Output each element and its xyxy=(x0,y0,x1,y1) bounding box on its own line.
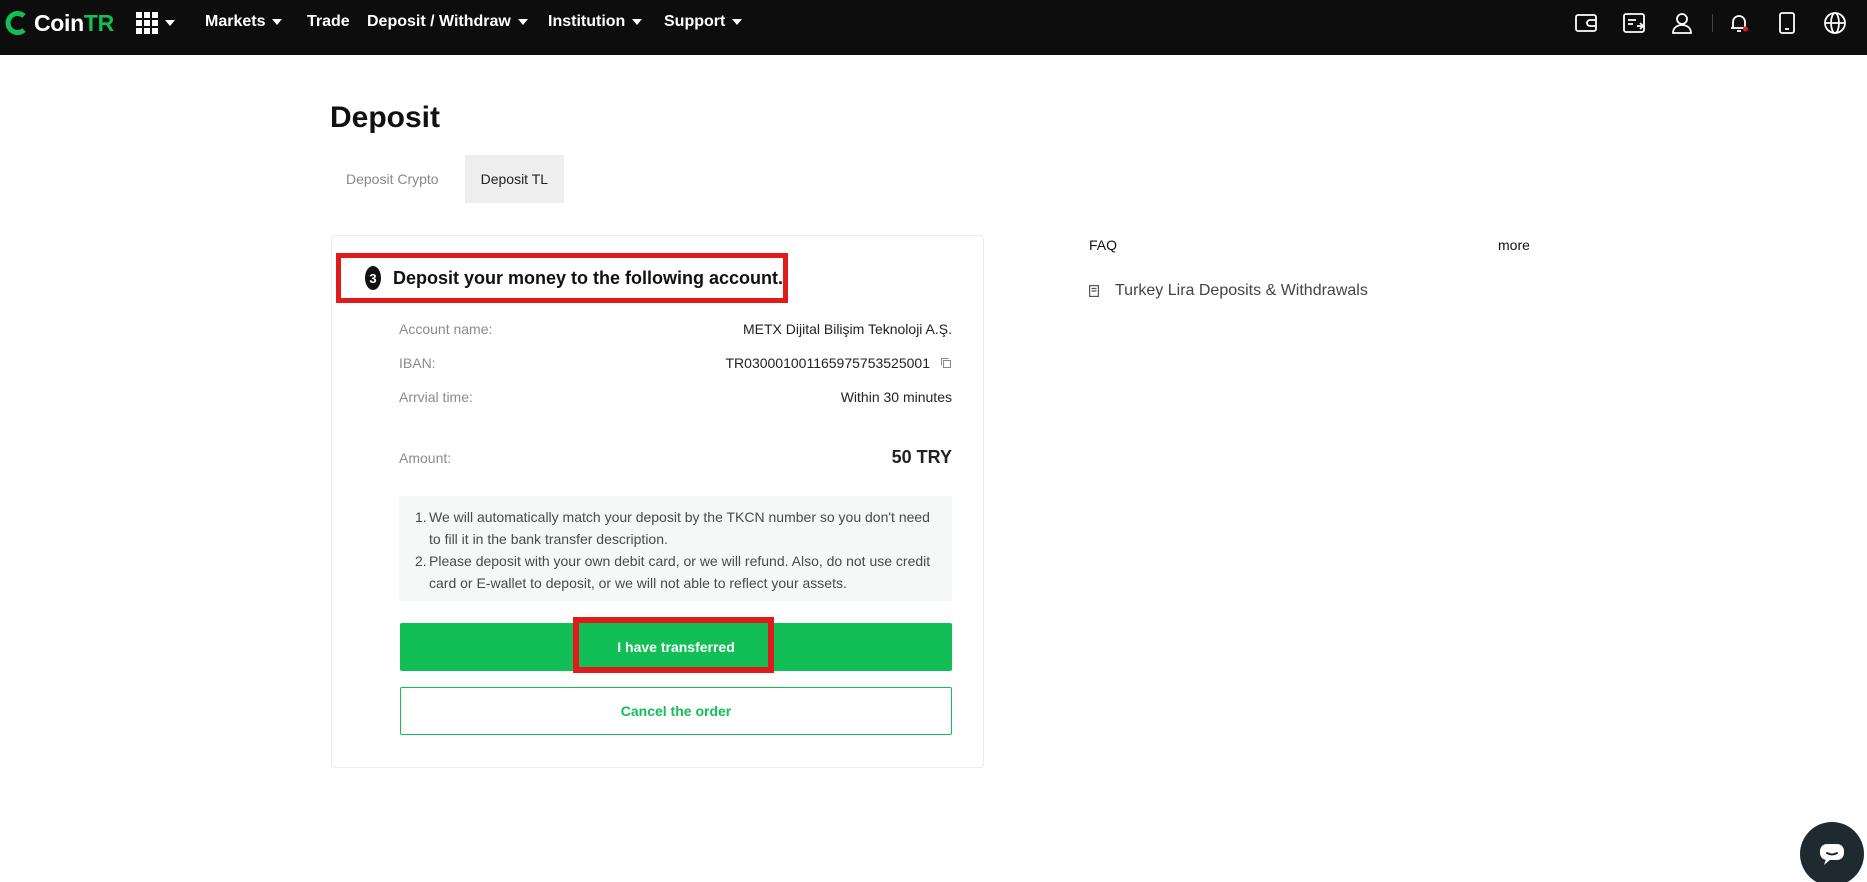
chevron-down-icon xyxy=(632,19,643,25)
faq-item[interactable]: Turkey Lira Deposits & Withdrawals xyxy=(1089,282,1368,300)
nav-divider xyxy=(1712,14,1713,32)
chat-support-button[interactable] xyxy=(1800,822,1864,882)
faq-item-label: Turkey Lira Deposits & Withdrawals xyxy=(1115,282,1368,299)
brand-coin: Coin xyxy=(34,9,84,36)
user-icon[interactable] xyxy=(1670,11,1694,35)
nav-deposit-withdraw-label: Deposit / Withdraw xyxy=(367,13,511,30)
arrival-time-label: Arrvial time: xyxy=(399,389,473,405)
orders-icon[interactable] xyxy=(1622,11,1646,35)
step-header: 3 Deposit your money to the following ac… xyxy=(336,253,788,303)
mobile-icon[interactable] xyxy=(1775,11,1799,35)
step-number-badge: 3 xyxy=(365,266,381,290)
i-have-transferred-button[interactable]: I have transferred xyxy=(400,623,952,671)
nav-institution[interactable]: Institution xyxy=(548,13,643,31)
deposit-notes: 1. We will automatically match your depo… xyxy=(399,496,952,601)
top-navbar: CoinTR Markets Trade Deposit / Withdraw … xyxy=(0,0,1867,55)
chevron-down-icon xyxy=(272,19,283,25)
apps-grid-icon xyxy=(136,12,158,34)
amount-label: Amount: xyxy=(399,449,452,466)
iban-row: IBAN: TR030001001165975753525001 xyxy=(399,355,952,371)
arrival-time-value: Within 30 minutes xyxy=(840,389,952,405)
nav-markets[interactable]: Markets xyxy=(205,13,283,31)
arrival-time-row: Arrvial time: Within 30 minutes xyxy=(399,389,952,405)
document-icon xyxy=(1089,285,1099,297)
nav-support-label: Support xyxy=(664,13,726,30)
chevron-down-icon xyxy=(165,20,175,26)
nav-institution-label: Institution xyxy=(548,13,626,30)
chat-icon xyxy=(1820,844,1844,865)
nav-support[interactable]: Support xyxy=(664,13,743,31)
faq-more-link[interactable]: more xyxy=(1498,237,1530,253)
cancel-order-button[interactable]: Cancel the order xyxy=(400,687,952,735)
note-text: We will automatically match your deposit… xyxy=(429,509,930,547)
nav-trade-label: Trade xyxy=(307,13,350,30)
nav-deposit-withdraw[interactable]: Deposit / Withdraw xyxy=(367,13,528,31)
faq-title: FAQ xyxy=(1089,237,1118,253)
globe-icon[interactable] xyxy=(1823,11,1847,35)
note-item: 1. We will automatically match your depo… xyxy=(415,506,936,550)
note-item: 2. Please deposit with your own debit ca… xyxy=(415,550,936,594)
apps-menu-button[interactable] xyxy=(136,12,175,34)
iban-value-wrap: TR030001001165975753525001 xyxy=(726,355,953,371)
account-name-value: METX Dijital Bilişim Teknoloji A.Ş. xyxy=(742,321,952,337)
brand-tr: TR xyxy=(83,9,114,36)
note-number: 1. xyxy=(415,509,427,525)
tab-deposit-crypto[interactable]: Deposit Crypto xyxy=(330,155,455,203)
nav-trade[interactable]: Trade xyxy=(307,13,350,31)
amount-row: Amount: 50 TRY xyxy=(399,447,952,468)
copy-icon[interactable] xyxy=(940,357,952,369)
tab-deposit-tl[interactable]: Deposit TL xyxy=(464,155,565,203)
deposit-tabs: Deposit Crypto Deposit TL xyxy=(330,155,565,203)
note-number: 2. xyxy=(415,553,427,569)
bell-icon[interactable] xyxy=(1727,11,1751,35)
wallet-icon[interactable] xyxy=(1574,11,1598,35)
iban-label: IBAN: xyxy=(399,355,436,371)
chevron-down-icon xyxy=(732,19,743,25)
brand-name: CoinTR xyxy=(34,10,114,37)
note-text: Please deposit with your own debit card,… xyxy=(429,553,931,591)
amount-value: 50 TRY xyxy=(891,447,952,467)
chevron-down-icon xyxy=(517,19,528,25)
account-name-label: Account name: xyxy=(399,321,493,337)
account-name-row: Account name: METX Dijital Bilişim Tekno… xyxy=(399,321,952,337)
step-title: Deposit your money to the following acco… xyxy=(392,267,783,288)
page-title: Deposit xyxy=(330,101,441,134)
cointr-logo[interactable]: CoinTR xyxy=(4,8,114,38)
cointr-logo-icon xyxy=(5,11,26,35)
nav-markets-label: Markets xyxy=(205,13,266,30)
iban-value: TR030001001165975753525001 xyxy=(725,355,931,371)
